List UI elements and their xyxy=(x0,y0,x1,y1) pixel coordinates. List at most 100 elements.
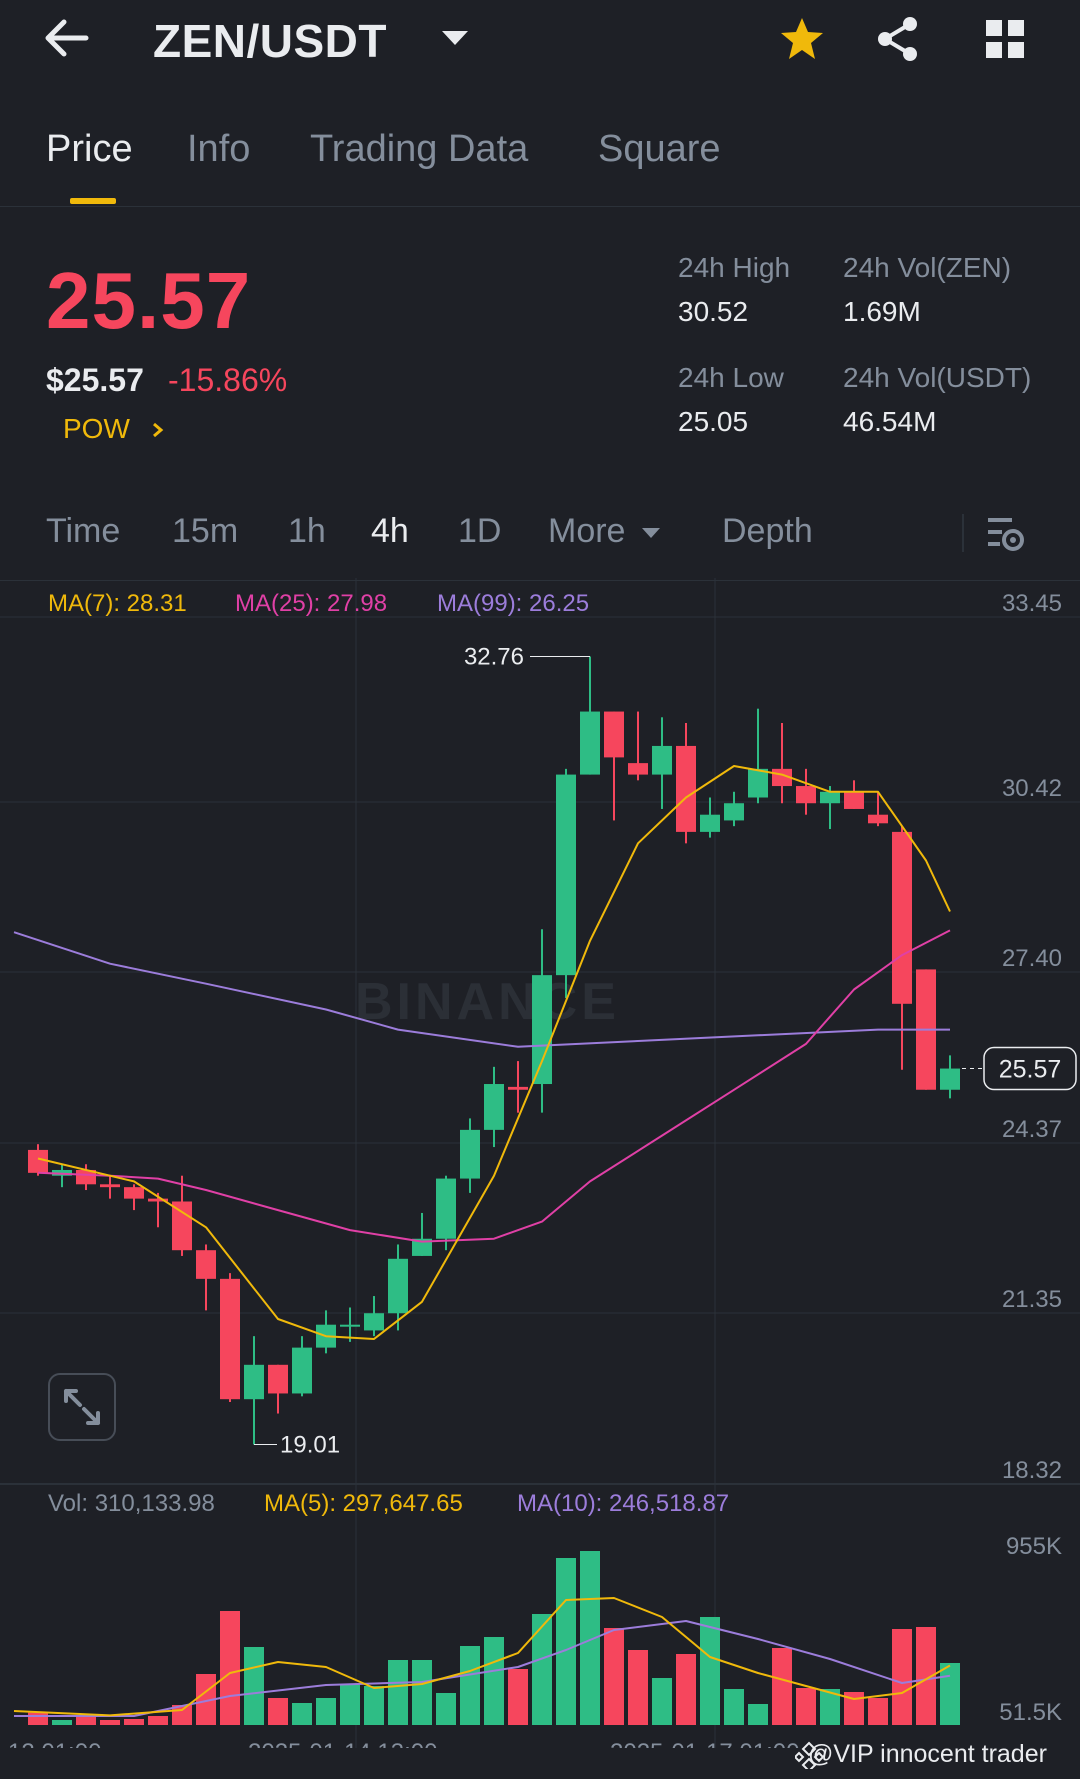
grid-menu-icon[interactable] xyxy=(984,18,1026,60)
candle-body xyxy=(196,1250,216,1279)
share-icon[interactable] xyxy=(876,16,920,62)
volume-bar xyxy=(652,1678,672,1725)
volume-bar xyxy=(460,1646,480,1725)
last-price: 25.57 xyxy=(46,256,252,345)
volume-bar xyxy=(676,1654,696,1725)
ma99-line xyxy=(13,931,950,1048)
interval-15m[interactable]: 15m xyxy=(172,512,238,551)
caret-down-icon[interactable] xyxy=(440,28,470,48)
volume-bar xyxy=(772,1648,792,1725)
candle-body xyxy=(652,745,672,775)
low-value: 25.05 xyxy=(678,406,749,437)
price-tick-label: 21.35 xyxy=(1002,1286,1062,1313)
vol-quote-label: 24h Vol(USDT) xyxy=(843,362,1032,393)
volume-bar xyxy=(868,1698,888,1725)
volume-bar xyxy=(292,1703,312,1725)
vol-ma10-legend: MA(10): 246,518.87 xyxy=(517,1490,730,1517)
candle-body xyxy=(460,1129,480,1179)
fullscreen-button[interactable] xyxy=(48,1373,116,1441)
tab-square[interactable]: Square xyxy=(598,128,721,171)
volume-bar xyxy=(100,1720,120,1725)
current-price-tag: 25.57 xyxy=(999,1056,1062,1084)
candle-body xyxy=(676,745,696,832)
volume-bar xyxy=(316,1698,336,1725)
divider xyxy=(962,514,964,552)
candle-body xyxy=(292,1347,312,1394)
high-label: 24h High xyxy=(678,252,791,283)
favorite-star-icon[interactable] xyxy=(778,16,826,62)
volume-tick-label: 51.5K xyxy=(999,1699,1062,1726)
vol-base-value: 1.69M xyxy=(843,296,921,327)
low-label: 24h Low xyxy=(678,362,784,393)
volume-bar xyxy=(628,1650,648,1725)
depth-tab[interactable]: Depth xyxy=(722,512,813,551)
vol-ma5-legend: MA(5): 297,647.65 xyxy=(264,1490,463,1517)
tab-price[interactable]: Price xyxy=(46,128,133,171)
volume-bar xyxy=(556,1558,576,1725)
candle-body xyxy=(364,1313,384,1331)
candle-body xyxy=(508,1086,528,1090)
chart-settings-icon[interactable] xyxy=(986,514,1026,554)
volume-bar xyxy=(124,1719,144,1725)
volume-bar xyxy=(412,1660,432,1725)
divider xyxy=(0,206,1080,207)
volume-bar xyxy=(364,1686,384,1725)
tab-info[interactable]: Info xyxy=(187,128,250,171)
tab-trading-data[interactable]: Trading Data xyxy=(310,128,528,171)
top-bar: ZEN/USDT xyxy=(0,0,1080,90)
volume-bar xyxy=(796,1688,816,1725)
price-tick-label: 18.32 xyxy=(1002,1457,1062,1484)
candle-body xyxy=(100,1184,120,1188)
time-axis-label: 12 01:00 xyxy=(8,1739,101,1748)
candle-body xyxy=(532,975,552,1085)
candle-body xyxy=(580,711,600,775)
volume-bar xyxy=(484,1637,504,1725)
volume-tick-label: 955K xyxy=(1006,1533,1062,1560)
candle-body xyxy=(244,1364,264,1400)
interval-time[interactable]: Time xyxy=(46,512,120,551)
pow-tag[interactable]: POW xyxy=(63,413,164,445)
volume-bar xyxy=(52,1720,72,1725)
price-tick-label: 33.45 xyxy=(1002,590,1062,617)
volume-bar xyxy=(76,1716,96,1725)
volume-bar xyxy=(748,1704,768,1725)
volume-bar xyxy=(940,1663,960,1725)
interval-1h[interactable]: 1h xyxy=(288,512,326,551)
price-chart[interactable]: 33.45 30.42 27.40 24.37 21.35 18.32 955K 51.5K 1… xyxy=(0,578,1080,1748)
ma99-legend: MA(99): 26.25 xyxy=(437,590,590,617)
candle-body xyxy=(700,814,720,832)
credit-text: @VIP innocent trader xyxy=(808,1740,1047,1768)
candle-body xyxy=(724,803,744,821)
candle-body xyxy=(556,774,576,976)
time-axis-label: 2025-01-17 01:00 xyxy=(610,1739,800,1748)
candle-body xyxy=(748,768,768,798)
ma7-legend: MA(7): 28.31 xyxy=(48,590,187,617)
more-caret-icon xyxy=(642,528,660,538)
time-axis-label: 2025-01-14 13:00 xyxy=(248,1739,438,1748)
candle-body xyxy=(268,1364,288,1394)
candle-body xyxy=(220,1278,240,1400)
candle-body xyxy=(484,1084,504,1130)
active-tab-indicator xyxy=(70,198,116,204)
price-tick-label: 30.42 xyxy=(1002,775,1062,802)
candle-body xyxy=(28,1149,48,1173)
back-arrow-icon[interactable] xyxy=(44,18,90,58)
candle-body xyxy=(940,1068,960,1090)
candle-body xyxy=(124,1187,144,1199)
volume-bar xyxy=(700,1617,720,1725)
volume-bar xyxy=(532,1614,552,1725)
candle-body xyxy=(796,786,816,804)
pair-title[interactable]: ZEN/USDT xyxy=(153,14,387,68)
interval-1d[interactable]: 1D xyxy=(458,512,501,551)
volume-bar xyxy=(508,1669,528,1725)
interval-more[interactable]: More xyxy=(548,512,625,551)
high-marker-label: 32.76 xyxy=(464,644,524,671)
low-marker-label: 19.01 xyxy=(280,1431,340,1458)
candle-body xyxy=(868,814,888,824)
chevron-right-icon xyxy=(153,422,164,438)
interval-4h[interactable]: 4h xyxy=(371,512,409,551)
candle-body xyxy=(820,791,840,804)
volume-bar xyxy=(892,1629,912,1725)
candle-body xyxy=(628,763,648,775)
candle-body xyxy=(388,1258,408,1314)
